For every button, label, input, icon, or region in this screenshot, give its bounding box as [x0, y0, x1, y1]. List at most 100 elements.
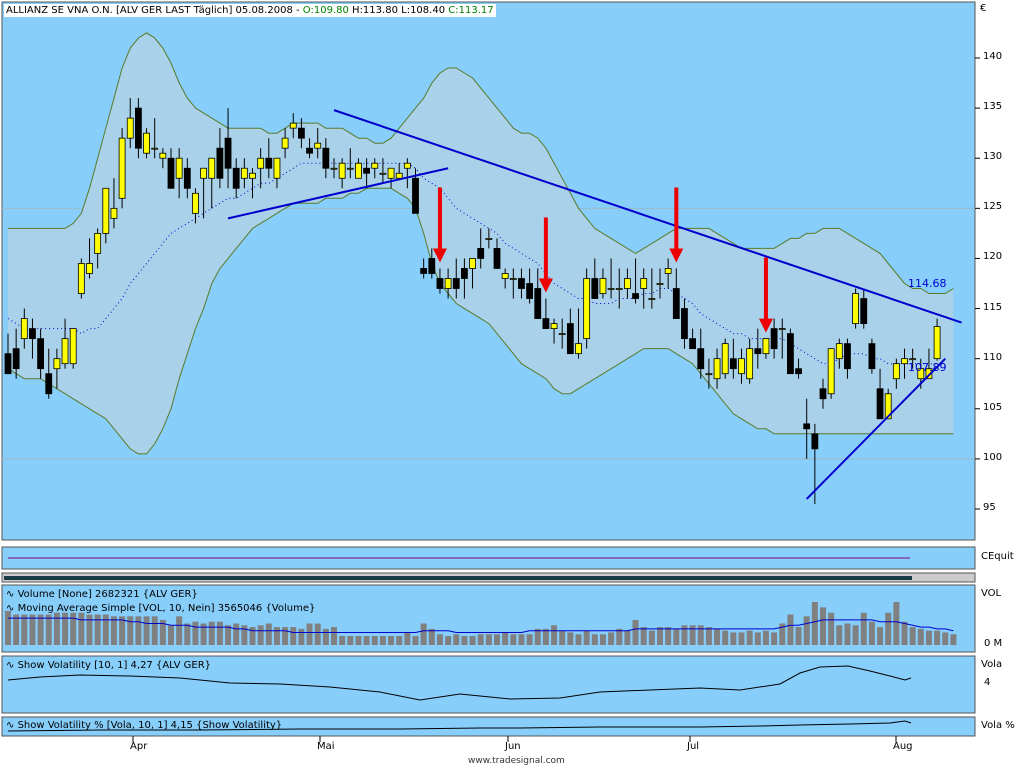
candle-down [672, 288, 680, 319]
volume-bar [265, 623, 272, 645]
candle-up [289, 122, 297, 129]
volume-bar [355, 636, 362, 645]
candle-down [232, 167, 240, 189]
candle-up [909, 358, 917, 361]
volume-bar [282, 627, 289, 645]
month-label: Mai [317, 741, 335, 752]
footer-credit: www.tradesignal.com [468, 756, 565, 766]
candle-up [338, 162, 346, 179]
volume-bar [648, 630, 655, 645]
candle-up [395, 172, 403, 179]
y-tick-label: 120 [983, 251, 1003, 263]
volume-bar [257, 625, 264, 645]
volume-bar [5, 610, 11, 645]
candle-up [330, 167, 338, 170]
candle-down [518, 278, 525, 289]
volume-bar [314, 623, 321, 645]
y-tick-label: 130 [983, 151, 1003, 163]
candle-down [306, 147, 313, 154]
volume-bar [950, 634, 957, 645]
volume-bar [216, 621, 223, 645]
volume-bar [852, 625, 859, 645]
volume-bar [917, 628, 924, 645]
month-label: Apr [130, 741, 148, 752]
candle-down [436, 278, 444, 289]
volume-bar [53, 612, 60, 645]
candle-up [118, 137, 126, 199]
volume-bar [298, 628, 305, 645]
volume-bar [836, 625, 843, 645]
candle-up [346, 167, 354, 170]
volume-bar [404, 632, 411, 645]
volume-bar [485, 634, 492, 645]
candle-up [933, 326, 941, 360]
volume-bar [730, 632, 737, 645]
volume-bar [925, 630, 932, 645]
candle-up [664, 268, 672, 274]
candle-up [86, 263, 93, 274]
chart-canvas [1, 1, 980, 742]
candle-down [224, 137, 232, 169]
candle-down [420, 268, 428, 274]
candle-up [110, 207, 118, 219]
high-value: H:113.80 [352, 5, 398, 16]
volume-bar [754, 632, 761, 645]
candle-up [713, 358, 721, 380]
candle-down [493, 248, 501, 269]
volume-bar [290, 627, 297, 645]
volume-bar [714, 628, 721, 645]
volume-bar [396, 636, 403, 645]
volume-bar [241, 625, 248, 645]
candle-up [249, 172, 256, 179]
month-label: Jun [505, 741, 521, 752]
lower-trend-value: 107.89 [908, 361, 947, 374]
candle-up [314, 142, 322, 149]
candle-up [648, 298, 656, 300]
volume-bar [110, 616, 117, 645]
candle-up [20, 318, 28, 340]
volume-bar [909, 627, 916, 645]
candle-down [868, 343, 876, 370]
volume-bar [45, 614, 52, 645]
candle-up [762, 338, 770, 355]
volume-bar [608, 632, 615, 645]
candle-up [281, 137, 289, 149]
candle-down [876, 388, 884, 420]
volume-bar [62, 612, 69, 645]
candle-up [126, 117, 134, 139]
candle-up [738, 358, 745, 375]
volatility-pct-axis-label: Vola % [981, 720, 1015, 731]
volume-bar [225, 625, 232, 645]
candle-up [403, 162, 411, 169]
volume-bar [143, 616, 150, 645]
volume-bar [591, 634, 598, 645]
candle-down [297, 127, 305, 139]
volume-bar [828, 612, 835, 645]
volume-bar [461, 636, 468, 645]
volume-bar [208, 621, 215, 645]
volume-bar [94, 614, 101, 645]
volume-bar [363, 636, 370, 645]
volume-bar [371, 636, 378, 645]
low-value: L:108.40 [401, 5, 446, 16]
volume-bar [787, 614, 794, 645]
candle-down [4, 353, 12, 375]
volume-bar [575, 634, 582, 645]
candle-down [811, 433, 819, 450]
candle-up [778, 328, 786, 331]
volatility-pct-legend: ∿ Show Volatility % [Vola, 10, 1] 4,15 {… [6, 720, 283, 731]
volume-bar [681, 625, 688, 645]
candle-down [754, 348, 762, 355]
volume-bar [811, 602, 818, 645]
candle-down [697, 348, 705, 370]
volume-bar [616, 628, 623, 645]
candle-down [412, 177, 419, 214]
volume-bar [518, 634, 525, 645]
y-tick-label: 140 [983, 51, 1003, 62]
volume-bar [665, 627, 672, 645]
close-value: C:113.17 [448, 5, 494, 16]
candle-down [460, 268, 468, 279]
candle-down [134, 107, 142, 149]
candle-down [681, 308, 688, 340]
candle-up [240, 167, 248, 179]
